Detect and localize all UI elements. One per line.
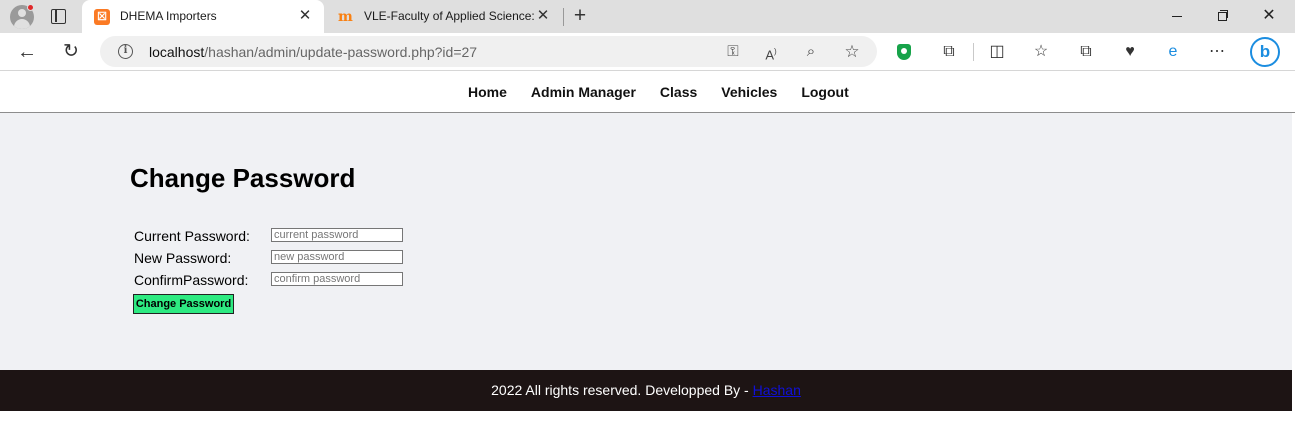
extensions-icon[interactable]: ⧉	[938, 41, 960, 63]
nav-link-logout[interactable]: Logout	[789, 84, 860, 100]
tab-dhema-importers[interactable]: ☒ DHEMA Importers ✕	[82, 0, 324, 33]
browser-essentials-icon[interactable]: ♥	[1119, 41, 1141, 63]
web-page: Home Admin Manager Class Vehicles Logout…	[0, 71, 1295, 439]
confirm-password-input[interactable]	[271, 272, 403, 286]
reload-icon[interactable]: ↻	[60, 41, 82, 63]
nav-link-home[interactable]: Home	[456, 84, 519, 100]
site-footer: 2022 All rights reserved. Developped By …	[0, 370, 1292, 411]
zoom-icon[interactable]: ⌕	[800, 41, 822, 63]
favorites-icon[interactable]: ☆	[1030, 41, 1052, 63]
url-path: /hashan/admin/update-password.php?id=27	[204, 44, 478, 60]
split-screen-icon[interactable]: ◫	[986, 41, 1008, 63]
browser-toolbar: ← ↻ i localhost/hashan/admin/update-pass…	[0, 33, 1295, 71]
current-password-label: Current Password:	[134, 228, 250, 244]
site-info-icon[interactable]: i	[118, 44, 133, 59]
more-menu-icon[interactable]: ⋯	[1206, 41, 1228, 63]
shield-extension-icon[interactable]	[893, 41, 915, 63]
page-title: Change Password	[130, 163, 356, 193]
read-aloud-icon[interactable]: A)	[760, 41, 782, 63]
internet-explorer-icon[interactable]: e	[1162, 41, 1184, 63]
tab-strip: ☒ DHEMA Importers ✕ m VLE-Faculty of App…	[0, 0, 1295, 33]
url-text[interactable]: localhost/hashan/admin/update-password.p…	[149, 44, 477, 60]
site-navbar: Home Admin Manager Class Vehicles Logout	[0, 71, 1295, 113]
nav-link-admin-manager[interactable]: Admin Manager	[519, 84, 648, 100]
tab-actions-icon[interactable]	[51, 9, 66, 24]
close-tab-icon[interactable]: ✕	[534, 7, 552, 25]
favorite-star-icon[interactable]: ☆	[841, 41, 863, 63]
notification-dot	[27, 4, 34, 11]
current-password-input[interactable]	[271, 228, 403, 242]
collections-icon[interactable]: ⧉	[1075, 41, 1097, 63]
change-password-button[interactable]: Change Password	[133, 294, 234, 314]
tab-divider	[563, 8, 564, 26]
new-password-input[interactable]	[271, 250, 403, 264]
nav-link-vehicles[interactable]: Vehicles	[709, 84, 789, 100]
footer-text: 2022 All rights reserved. Developped By …	[491, 382, 753, 398]
tab-vle-faculty[interactable]: m VLE-Faculty of Applied Science: L ✕	[326, 0, 562, 33]
new-tab-button[interactable]: +	[569, 5, 591, 27]
tab-title: VLE-Faculty of Applied Science: L	[364, 9, 536, 23]
restore-icon[interactable]	[1210, 5, 1234, 27]
address-bar[interactable]: i localhost/hashan/admin/update-password…	[100, 36, 877, 67]
key-icon[interactable]: ⚿	[722, 41, 744, 63]
nav-link-class[interactable]: Class	[648, 84, 709, 100]
url-host: localhost	[149, 44, 205, 60]
footer-author-link[interactable]: Hashan	[753, 382, 801, 398]
toolbar-divider	[973, 43, 974, 61]
xampp-icon: ☒	[94, 9, 110, 25]
new-password-label: New Password:	[134, 250, 232, 266]
main-content: Change Password Current Password: New Pa…	[0, 113, 1292, 370]
tab-title: DHEMA Importers	[120, 9, 217, 23]
confirm-password-label: ConfirmPassword:	[134, 272, 249, 288]
close-tab-icon[interactable]: ✕	[296, 7, 314, 25]
moodle-icon: m	[338, 9, 353, 25]
back-icon[interactable]: ←	[16, 41, 38, 63]
nav-links: Home Admin Manager Class Vehicles Logout	[456, 84, 861, 100]
close-window-icon[interactable]: ✕	[1257, 5, 1281, 27]
bing-icon[interactable]: b	[1250, 37, 1280, 67]
minimize-icon[interactable]	[1165, 5, 1189, 27]
